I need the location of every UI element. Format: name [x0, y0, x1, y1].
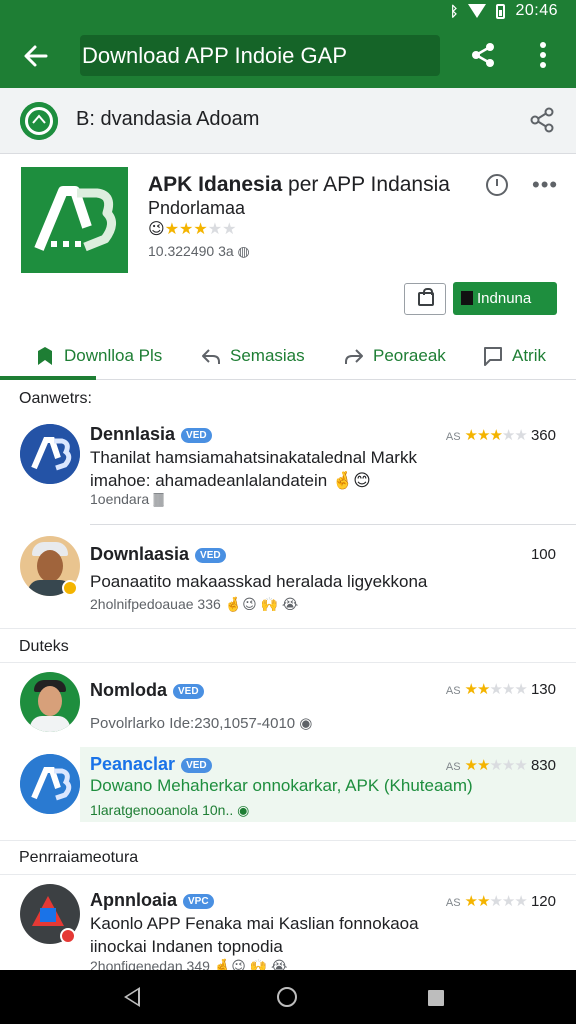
app-name-bold: APK Idanesia: [148, 173, 283, 196]
comment-icon: [484, 347, 502, 366]
review-meta: 1oendara 🀫: [90, 491, 165, 507]
review-meta: 2holnifpedoauae 336 🤞😉 🙌 😭: [90, 596, 299, 612]
app-name: APK Idanesia per APP Indansia: [148, 173, 450, 197]
badge-icon: [62, 580, 78, 596]
tab-atrik[interactable]: Atrik: [482, 340, 546, 372]
back-arrow-icon[interactable]: [18, 38, 54, 74]
share-icon[interactable]: [468, 40, 498, 70]
avatar: [20, 672, 80, 732]
tab-indicator: [0, 376, 96, 380]
app-developer[interactable]: Pndorlamaa: [148, 198, 245, 219]
review-score: 830: [530, 757, 556, 774]
verified-badge: VED: [195, 548, 226, 563]
system-nav-bar: [0, 970, 576, 1024]
app-rating: 😉★★★★★: [148, 219, 236, 239]
review-text: Dowano Mehaherkar onnokarkar, APK (Khute…: [90, 776, 473, 795]
tab-semasias[interactable]: Semasias: [200, 340, 305, 372]
review-rating: AS ★★★★★ 120: [445, 893, 556, 910]
review-author: Apnnloaia VPC: [90, 890, 214, 911]
review-text: Thanilat hamsiamahatsinakatalednal Markk…: [90, 448, 417, 490]
wifi-icon: [468, 4, 487, 18]
ab-logo-icon: [21, 167, 128, 273]
review-author: Downlaasia VED: [90, 544, 226, 565]
review-author: Nomloda VED: [90, 680, 204, 701]
review-text: Poanaatito makaasskad heralada ligyekkon…: [90, 572, 428, 591]
more-options-icon[interactable]: [530, 40, 556, 70]
review-rating: AS ★★★★★ 130: [445, 681, 556, 698]
clock-icon[interactable]: [486, 174, 508, 196]
review-author: Peanaclar VED: [90, 754, 212, 775]
tab-label: Downlloa Pls: [64, 346, 163, 365]
app-name-rest: per APP Indansia: [282, 173, 450, 196]
install-button[interactable]: Indnuna: [453, 282, 557, 315]
install-icon: [461, 291, 473, 305]
emoji-icon: 😉: [148, 221, 165, 238]
tab-label: Peoraeak: [373, 346, 446, 365]
app-meta: 10.322490 3a ◍: [148, 243, 250, 259]
divider: [0, 628, 576, 629]
tab-label: Semasias: [230, 346, 305, 365]
nav-home-icon[interactable]: [277, 987, 297, 1007]
verified-badge: VPC: [183, 894, 214, 909]
source-row[interactable]: B: dvandasia Adoam: [0, 88, 576, 154]
tab-peoraeak[interactable]: Peoraeak: [343, 340, 446, 372]
ab-logo-icon: [20, 424, 80, 484]
review-author: Dennlasia VED: [90, 424, 212, 445]
install-label: Indnuna: [477, 290, 532, 307]
bluetooth-icon: ᛒ: [450, 3, 459, 19]
review-score: 120: [530, 893, 556, 910]
review-meta: 1laratgenooanola 10n.. ◉: [90, 802, 250, 818]
app-icon: [21, 167, 128, 273]
divider: [0, 874, 576, 875]
status-bar: ᛒ 20:46: [0, 0, 576, 24]
source-logo-icon: [20, 102, 58, 140]
status-time: 20:46: [515, 2, 558, 19]
tab-bar: Downlloa Pls Semasias Peoraeak Atrik: [0, 332, 576, 380]
section-label: Duteks: [19, 638, 69, 655]
badge-icon: [60, 928, 76, 944]
verified-badge: VED: [181, 758, 212, 773]
review-rating: AS ★★★★★ 830: [445, 757, 556, 774]
section-label: Penrraiameotura: [19, 849, 139, 866]
review-score: 360: [530, 427, 556, 444]
forward-icon: [345, 349, 363, 364]
nav-recents-icon[interactable]: [428, 990, 444, 1006]
divider: [0, 662, 576, 663]
tab-downloads[interactable]: Downlloa Pls: [34, 340, 162, 372]
nav-back-icon[interactable]: [124, 987, 140, 1007]
avatar: [20, 754, 80, 814]
source-title: B: dvandasia Adoam: [76, 108, 260, 130]
tab-label: Atrik: [512, 346, 546, 365]
wishlist-button[interactable]: [404, 283, 446, 315]
review-meta: Povolrlarko Ide:230,1057-4010 ◉: [90, 715, 313, 732]
section-label: Oanwetrs:: [19, 390, 92, 407]
share-icon[interactable]: [528, 106, 556, 134]
review-score: 100: [530, 546, 556, 563]
rating-stars: ★★★: [164, 221, 208, 238]
app-bar: Download APP Indoie GAP: [0, 24, 576, 88]
reply-icon: [202, 349, 220, 364]
battery-icon: [496, 3, 506, 19]
review-score: 130: [530, 681, 556, 698]
review-text: Kaonlo APP Fenaka mai Kaslian fonnokaoa …: [90, 914, 419, 956]
divider: [0, 840, 576, 841]
verified-badge: VED: [173, 684, 204, 699]
ab-logo-icon: [20, 754, 80, 814]
more-horizontal-icon[interactable]: •••: [532, 172, 558, 198]
divider: [90, 524, 576, 525]
status-icons: ᛒ 20:46: [450, 2, 558, 20]
verified-badge: VED: [181, 428, 212, 443]
search-input[interactable]: Download APP Indoie GAP: [80, 35, 440, 76]
avatar: [20, 424, 80, 484]
review-rating: AS ★★★★★ 360: [445, 427, 556, 444]
bookmark-icon: [38, 347, 52, 365]
rating-stars-off: ★★: [207, 221, 237, 238]
search-text: Download APP Indoie GAP: [82, 43, 347, 68]
bag-icon: [418, 288, 434, 306]
